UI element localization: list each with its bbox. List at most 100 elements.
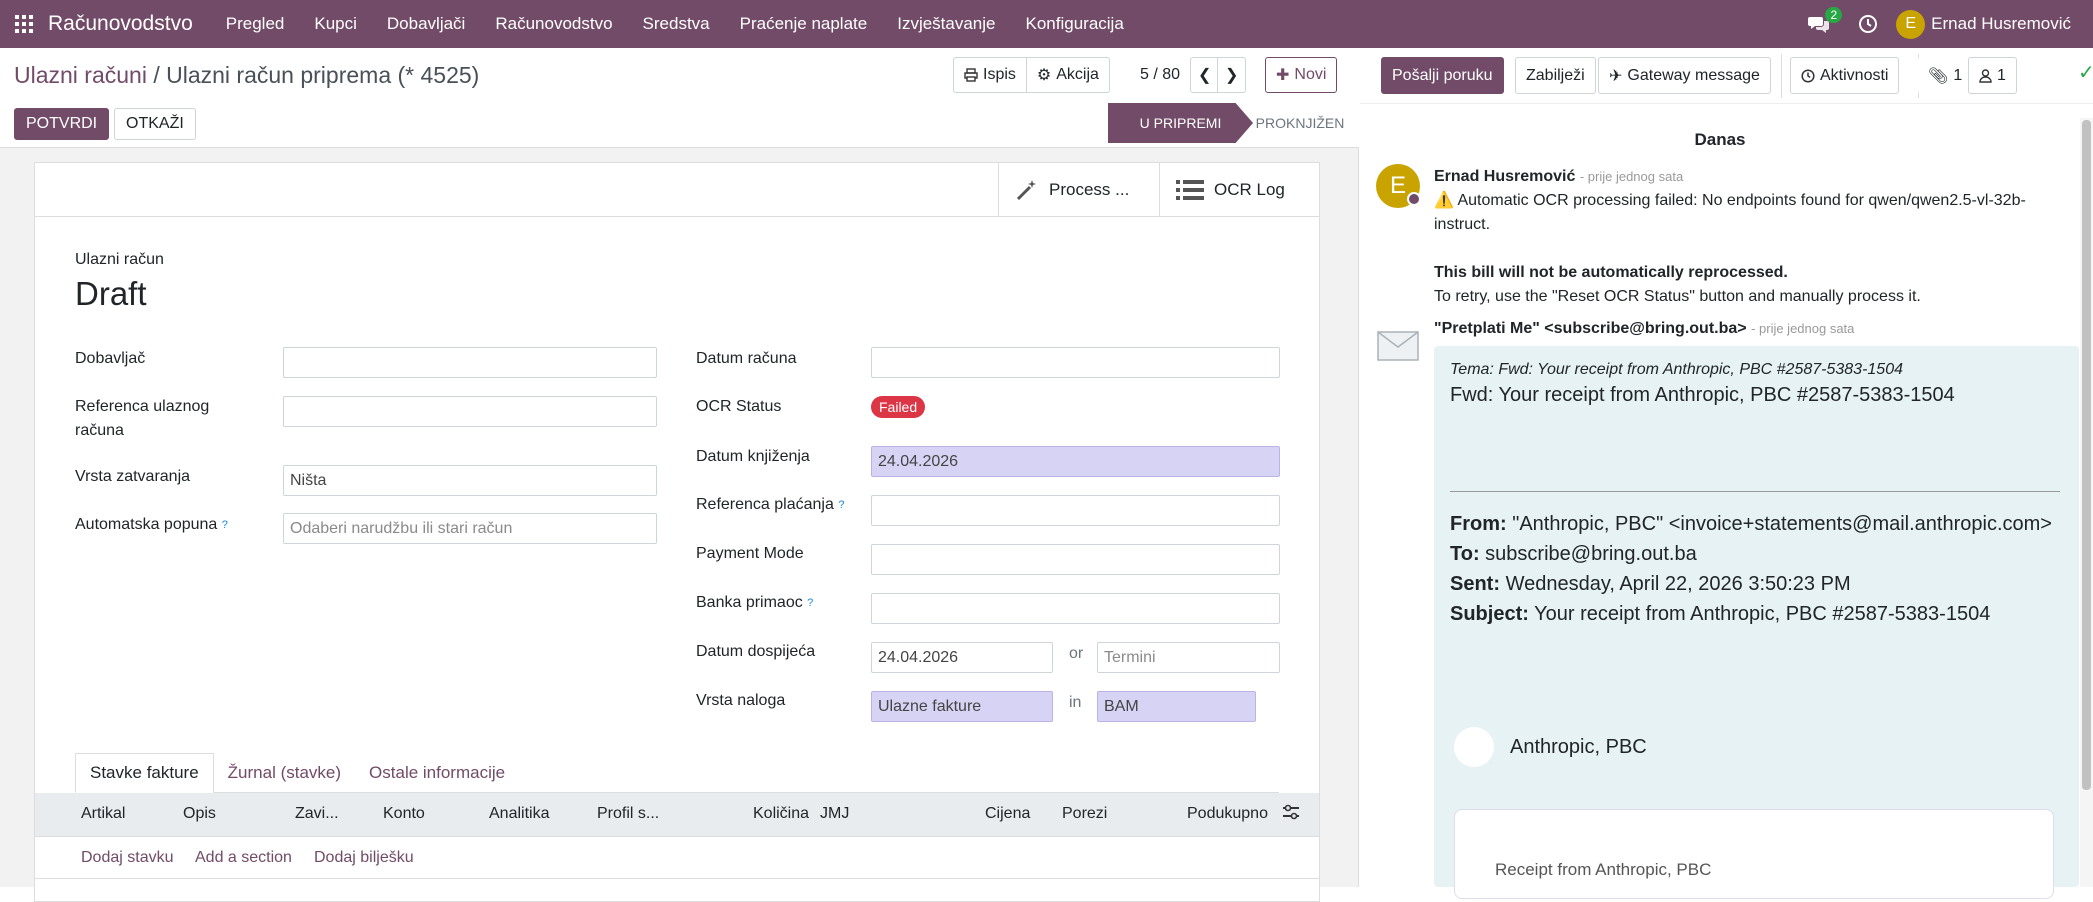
ocr-log-label: OCR Log [1214,180,1285,199]
menu-item-sredstva[interactable]: Sredstva [628,14,725,34]
help-icon[interactable]: ? [838,499,844,511]
menu-item-dobavljaci[interactable]: Dobavljači [372,14,480,34]
stage-draft[interactable]: U PRIPREMI [1108,103,1253,143]
gateway-message-button[interactable]: ✈ Gateway message [1598,57,1771,94]
currency-select[interactable]: BAM [1097,691,1256,722]
printer-icon [964,68,978,82]
menu-item-pregled[interactable]: Pregled [211,14,300,34]
column-uom[interactable]: JMJ [820,805,849,823]
email-author[interactable]: "Pretplati Me" <subscribe@bring.out.ba> [1434,320,1747,337]
email-header: "Pretplati Me" <subscribe@bring.out.ba> … [1434,320,1854,338]
column-price[interactable]: Cijena [985,805,1030,823]
in-text: in [1069,694,1082,711]
email-time: - prije jednog sata [1751,321,1855,336]
help-icon[interactable]: ? [222,519,228,531]
payment-mode-select[interactable] [871,544,1280,575]
new-label: Novi [1294,66,1327,83]
day-separator: Danas [1694,130,1746,149]
tab-other-info[interactable]: Ostale informacije [355,753,519,793]
invoice-date-input[interactable] [871,347,1280,378]
scrollbar-thumb[interactable] [2082,120,2091,790]
column-description[interactable]: Opis [183,805,216,823]
invoice-date-label: Datum računa [696,350,797,367]
document-type: Ulazni račun [75,251,164,268]
user-avatar: E [1896,9,1926,39]
help-icon[interactable]: ? [807,597,813,609]
recipient-bank-select[interactable] [871,593,1280,624]
apps-grid-icon[interactable] [0,0,48,48]
message-time: - prije jednog sata [1579,169,1684,184]
email-heading: Fwd: Your receipt from Anthropic, PBC #2… [1450,384,1955,406]
button-box: Process ... OCR Log [35,163,1319,217]
followers-button[interactable]: 1 [1968,57,2017,94]
payment-terms-input[interactable]: Termini [1097,642,1280,673]
record-title: Draft [75,275,147,312]
due-date-input[interactable]: 24.04.2026 [871,642,1053,673]
top-navbar: Računovodstvo Pregled Kupci Dobavljači R… [0,0,2093,48]
message-author[interactable]: Ernad Husremović [1434,168,1575,185]
add-note-link[interactable]: Dodaj bilješku [314,849,414,867]
confirm-button[interactable]: POTVRDI [14,108,110,140]
column-quantity[interactable]: Količina [753,805,809,823]
receipt-card: Receipt from Anthropic, PBC [1454,809,2054,899]
vendor-input[interactable] [283,347,657,378]
check-icon[interactable]: ✓ [2078,60,2093,85]
clock-icon [1801,68,1815,83]
payment-reference-label: Referenca plaćanja ? [696,493,844,517]
new-button[interactable]: ✚ Novi [1265,57,1338,93]
stage-posted[interactable]: PROKNJIŽEN [1250,103,1350,143]
ocr-status-label: OCR Status [696,398,782,415]
column-account[interactable]: Konto [383,805,425,823]
menu-item-pracenje-naplate[interactable]: Praćenje naplate [725,14,883,34]
bill-reference-input[interactable] [283,396,657,427]
column-analytic[interactable]: Analitika [489,805,549,823]
action-button[interactable]: ⚙ Akcija [1025,57,1110,93]
tab-invoice-lines[interactable]: Stavke fakture [75,753,214,793]
menu-item-konfiguracija[interactable]: Konfiguracija [1011,14,1139,34]
process-label: Process ... [1049,180,1130,199]
chatter-scrollbar[interactable] [2080,118,2093,887]
menu-item-racunovodstvo[interactable]: Računovodstvo [480,14,627,34]
journal-label: Vrsta naloga [696,692,786,709]
ocr-log-smart-button[interactable]: OCR Log [1159,163,1319,217]
print-button[interactable]: Ispis [953,57,1027,93]
attachments-button[interactable]: 📎︎ 1 [1918,57,1973,94]
sent-label: Sent: [1450,573,1500,595]
payment-reference-input[interactable] [871,495,1280,526]
app-name[interactable]: Računovodstvo [48,12,193,36]
column-dependency[interactable]: Zavi... [295,805,339,823]
process-smart-button[interactable]: Process ... [998,163,1159,217]
log-note-button[interactable]: Zabilježi [1515,57,1596,94]
pager-previous-button[interactable]: ❮ [1190,57,1220,93]
clock-icon[interactable] [1858,14,1878,34]
receipt-title: Receipt from Anthropic, PBC [1495,860,1712,879]
column-product[interactable]: Artikal [81,805,125,823]
accounting-date-label: Datum knjiženja [696,448,810,465]
send-message-button[interactable]: Pošalji poruku [1381,57,1504,94]
add-section-link[interactable]: Add a section [195,849,292,867]
online-status-dot [1407,192,1421,206]
closing-type-select[interactable]: Ništa [283,465,657,496]
pager-value[interactable]: 5 / 80 [1140,66,1180,84]
journal-select[interactable]: Ulazne fakture [871,691,1053,722]
pager-next-button[interactable]: ❯ [1217,57,1247,93]
accounting-date-input[interactable]: 24.04.2026 [871,446,1280,477]
closing-type-label: Vrsta zatvaranja [75,468,191,485]
menu-item-izvjestavanje[interactable]: Izvještavanje [882,14,1010,34]
payment-mode-label: Payment Mode [696,545,804,562]
company-logo [1454,727,1494,767]
add-line-link[interactable]: Dodaj stavku [81,849,174,867]
autofill-input[interactable]: Odaberi narudžbu ili stari račun [283,513,657,544]
cancel-button[interactable]: OTKAŽI [114,108,196,140]
user-menu[interactable]: E Ernad Husremović [1896,9,2071,39]
menu-item-kupci[interactable]: Kupci [299,14,372,34]
column-taxes[interactable]: Porezi [1062,805,1107,823]
tab-journal-items[interactable]: Žurnal (stavke) [214,753,355,793]
chat-icon[interactable]: 2 [1808,7,1843,33]
column-profile[interactable]: Profil s... [597,805,659,823]
column-subtotal[interactable]: Podukupno [1187,805,1268,823]
column-settings-icon[interactable] [1282,803,1300,821]
user-icon [1979,68,1992,83]
breadcrumb-parent[interactable]: Ulazni računi [14,62,147,88]
activities-button[interactable]: Aktivnosti [1790,57,1900,94]
